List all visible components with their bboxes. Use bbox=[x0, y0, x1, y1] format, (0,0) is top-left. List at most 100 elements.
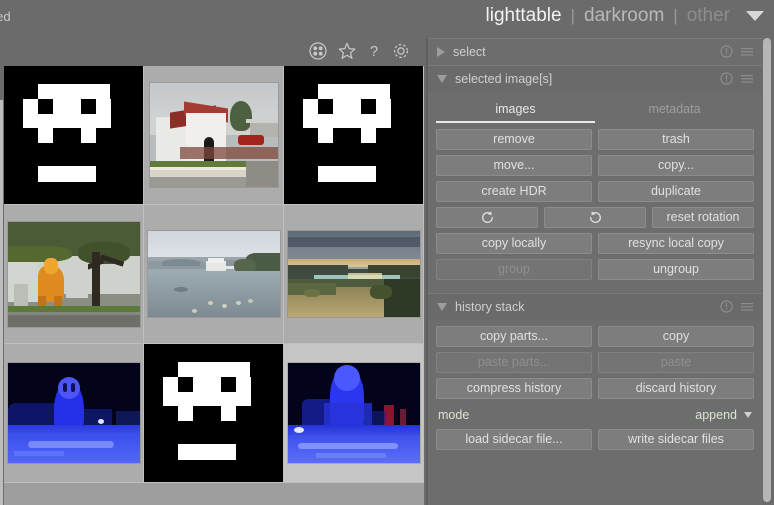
discard-history-button[interactable]: discard history bbox=[598, 378, 754, 399]
center-area: ? bbox=[0, 38, 428, 505]
compress-history-button[interactable]: compress history bbox=[436, 378, 592, 399]
right-panel: select selected image[s] images metadata… bbox=[428, 38, 762, 505]
thumbnail-cell[interactable] bbox=[144, 205, 284, 344]
button-row: create HDR duplicate bbox=[436, 181, 754, 202]
thumbnail-cell[interactable] bbox=[4, 66, 144, 205]
chevron-down-icon bbox=[437, 75, 447, 83]
button-row: compress history discard history bbox=[436, 378, 754, 399]
hamburger-menu-icon[interactable] bbox=[740, 72, 754, 85]
button-row-rotation: reset rotation bbox=[436, 207, 754, 228]
top-bar: cted lighttable | darkroom | other bbox=[0, 0, 774, 38]
grid-dots-icon[interactable] bbox=[309, 42, 327, 60]
button-row: move... copy... bbox=[436, 155, 754, 176]
section-body-history-stack: copy parts... copy paste parts... paste … bbox=[428, 320, 762, 463]
mode-value: append bbox=[695, 407, 737, 422]
lighttable-grid bbox=[4, 66, 424, 483]
skull-placeholder-icon bbox=[8, 69, 139, 201]
copy-parts-button[interactable]: copy parts... bbox=[436, 326, 592, 347]
thumbnail-image bbox=[147, 231, 280, 317]
paste-history-button[interactable]: paste bbox=[598, 352, 754, 373]
button-row: copy parts... copy bbox=[436, 326, 754, 347]
info-circle-icon[interactable] bbox=[720, 300, 733, 313]
thumbnail-image bbox=[287, 231, 420, 317]
button-row: group ungroup bbox=[436, 259, 754, 280]
mode-selector[interactable]: mode append bbox=[436, 404, 754, 425]
copy-history-button[interactable]: copy bbox=[598, 326, 754, 347]
load-sidecar-file-button[interactable]: load sidecar file... bbox=[436, 429, 592, 450]
thumbnail-image bbox=[287, 363, 420, 463]
rotate-ccw-button[interactable] bbox=[436, 207, 538, 228]
thumbnail-cell[interactable] bbox=[4, 205, 144, 344]
section-title-history-stack: history stack bbox=[455, 300, 525, 314]
resync-local-copy-button[interactable]: resync local copy bbox=[598, 233, 754, 254]
mode-label: mode bbox=[438, 407, 470, 422]
tab-metadata[interactable]: metadata bbox=[595, 98, 754, 123]
chevron-right-icon bbox=[437, 47, 445, 57]
view-lighttable[interactable]: lighttable bbox=[486, 5, 562, 27]
thumbnail-cell[interactable] bbox=[284, 205, 424, 344]
chevron-down-icon bbox=[744, 411, 752, 418]
section-title-select: select bbox=[453, 45, 486, 59]
thumbnail-cell[interactable] bbox=[284, 66, 424, 205]
selected-images-tabs: images metadata bbox=[436, 98, 754, 123]
section-header-icons bbox=[720, 300, 754, 313]
thumbnail-image bbox=[149, 83, 278, 187]
move-button[interactable]: move... bbox=[436, 155, 592, 176]
rotate-ccw-icon bbox=[481, 211, 493, 223]
center-toolbar: ? bbox=[0, 38, 428, 66]
skull-placeholder-icon bbox=[288, 69, 419, 201]
view-switcher: lighttable | darkroom | other bbox=[486, 5, 730, 27]
thumbnail-cell[interactable] bbox=[144, 344, 284, 483]
group-button[interactable]: group bbox=[436, 259, 592, 280]
tab-images[interactable]: images bbox=[436, 98, 595, 123]
info-circle-icon[interactable] bbox=[720, 72, 733, 85]
chevron-down-icon bbox=[437, 303, 447, 311]
trash-button[interactable]: trash bbox=[598, 129, 754, 150]
thumbnail-image bbox=[7, 221, 140, 327]
copy-button[interactable]: copy... bbox=[598, 155, 754, 176]
section-body-selected-images: images metadata remove trash move... cop… bbox=[428, 92, 762, 293]
copy-locally-button[interactable]: copy locally bbox=[436, 233, 592, 254]
help-icon[interactable]: ? bbox=[367, 42, 381, 60]
mode-value-group: append bbox=[695, 408, 752, 422]
star-icon[interactable] bbox=[338, 42, 356, 60]
view-separator-2: | bbox=[673, 6, 678, 25]
section-header-selected-images[interactable]: selected image[s] bbox=[428, 65, 762, 92]
toolbar-icon-group: ? bbox=[309, 42, 410, 60]
button-row: copy locally resync local copy bbox=[436, 233, 754, 254]
rotate-cw-button[interactable] bbox=[544, 207, 646, 228]
ungroup-button[interactable]: ungroup bbox=[598, 259, 754, 280]
create-hdr-button[interactable]: create HDR bbox=[436, 181, 592, 202]
section-header-icons bbox=[720, 72, 754, 85]
thumbnail-cell[interactable] bbox=[144, 66, 284, 205]
left-panel-handle[interactable] bbox=[0, 100, 3, 505]
reset-rotation-button[interactable]: reset rotation bbox=[652, 207, 754, 228]
view-separator-1: | bbox=[570, 6, 576, 25]
paste-parts-button[interactable]: paste parts... bbox=[436, 352, 592, 373]
chevron-down-icon[interactable] bbox=[746, 11, 764, 21]
gear-icon[interactable] bbox=[392, 42, 410, 60]
thumbnail-cell[interactable] bbox=[284, 344, 424, 483]
section-header-history-stack[interactable]: history stack bbox=[428, 293, 762, 320]
remove-button[interactable]: remove bbox=[436, 129, 592, 150]
rotate-cw-icon bbox=[589, 211, 601, 223]
lighttable-grid-scroll bbox=[4, 66, 424, 505]
button-row: remove trash bbox=[436, 129, 754, 150]
right-panel-scrollbar[interactable] bbox=[763, 38, 771, 502]
hamburger-menu-icon[interactable] bbox=[740, 45, 754, 58]
topbar-left-label: cted bbox=[0, 9, 11, 24]
hamburger-menu-icon[interactable] bbox=[740, 300, 754, 313]
duplicate-button[interactable]: duplicate bbox=[598, 181, 754, 202]
skull-placeholder-icon bbox=[148, 347, 279, 479]
view-darkroom[interactable]: darkroom bbox=[584, 5, 664, 27]
section-header-icons bbox=[720, 45, 754, 58]
button-row: paste parts... paste bbox=[436, 352, 754, 373]
write-sidecar-files-button[interactable]: write sidecar files bbox=[598, 429, 754, 450]
info-circle-icon[interactable] bbox=[720, 45, 733, 58]
view-other[interactable]: other bbox=[687, 5, 730, 27]
scrollbar-thumb[interactable] bbox=[763, 38, 771, 502]
svg-text:?: ? bbox=[370, 43, 378, 60]
section-header-select[interactable]: select bbox=[428, 38, 762, 65]
button-row: load sidecar file... write sidecar files bbox=[436, 429, 754, 450]
thumbnail-cell[interactable] bbox=[4, 344, 144, 483]
